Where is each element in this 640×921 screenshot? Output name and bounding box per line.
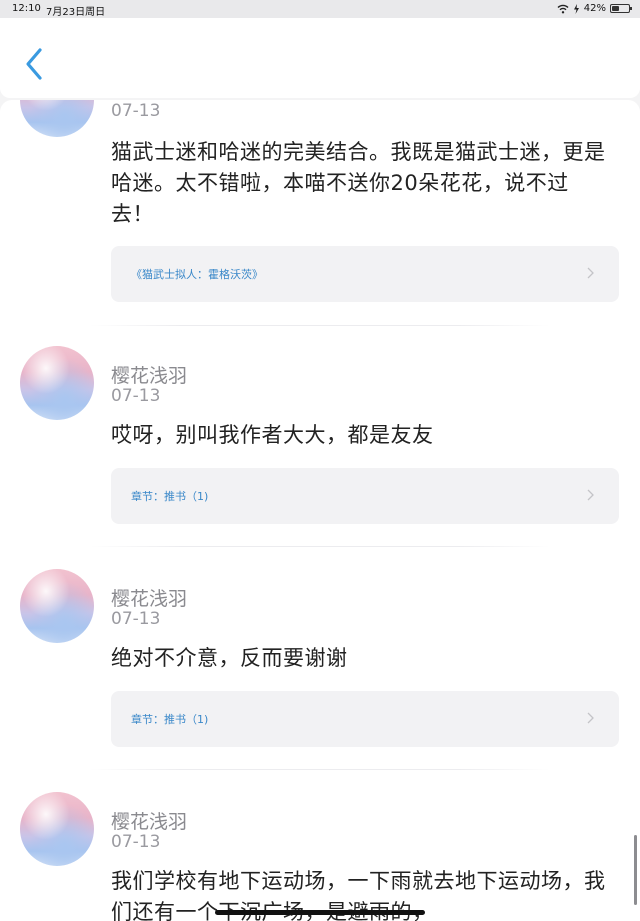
status-right: 42% (557, 3, 632, 14)
avatar[interactable] (20, 569, 94, 643)
nav-bar (0, 18, 640, 98)
back-button[interactable] (20, 44, 50, 84)
comment-username[interactable]: 樱花浅羽 (111, 361, 187, 388)
avatar[interactable] (20, 100, 94, 137)
home-indicator[interactable] (215, 910, 425, 915)
status-bar: 12:10 7月23日周日 42% (0, 0, 640, 18)
comment-list[interactable]: 07-13 猫武士迷和哈迷的完美结合。我既是猫武士迷，更是哈迷。太不错啦，本喵不… (0, 100, 640, 921)
divider (90, 769, 550, 770)
scrollbar[interactable] (634, 835, 637, 905)
comment-ref-link[interactable]: 章节：推书（1) (111, 691, 619, 747)
battery-percent: 42% (583, 3, 606, 14)
comment-ref-link[interactable]: 章节：推书（1) (111, 468, 619, 524)
chevron-right-icon (587, 489, 594, 501)
comment-ref-link[interactable]: 《猫武士拟人：霍格沃茨》 (111, 246, 619, 302)
comment-ref-label: 章节：推书（1) (131, 713, 209, 726)
comment-date: 07-13 (111, 609, 161, 629)
comment-ref-label: 《猫武士拟人：霍格沃茨》 (131, 268, 263, 281)
comment-date: 07-13 (111, 101, 161, 121)
divider (90, 546, 550, 547)
battery-fill (612, 6, 619, 11)
wifi-icon (557, 4, 569, 13)
charging-icon (573, 3, 579, 14)
comment-username[interactable]: 樱花浅羽 (111, 807, 187, 834)
battery-icon (610, 4, 632, 13)
comment-text: 哎呀，别叫我作者大大，都是友友 (111, 423, 434, 447)
comment-text: 绝对不介意，反而要谢谢 (111, 646, 348, 670)
comment-username[interactable]: 樱花浅羽 (111, 584, 187, 611)
status-date: 7月23日周日 (46, 7, 106, 18)
chevron-left-icon (26, 48, 42, 80)
chevron-right-icon (587, 267, 594, 279)
avatar[interactable] (20, 346, 94, 420)
comment-text: 猫武士迷和哈迷的完美结合。我既是猫武士迷，更是哈迷。太不错啦，本喵不送你20朵花… (111, 140, 606, 226)
comment-ref-label: 章节：推书（1) (131, 490, 209, 503)
comment-date: 07-13 (111, 832, 161, 852)
divider (90, 325, 550, 326)
status-time: 12:10 (12, 3, 41, 14)
avatar[interactable] (20, 792, 94, 866)
comment-date: 07-13 (111, 386, 161, 406)
chevron-right-icon (587, 712, 594, 724)
